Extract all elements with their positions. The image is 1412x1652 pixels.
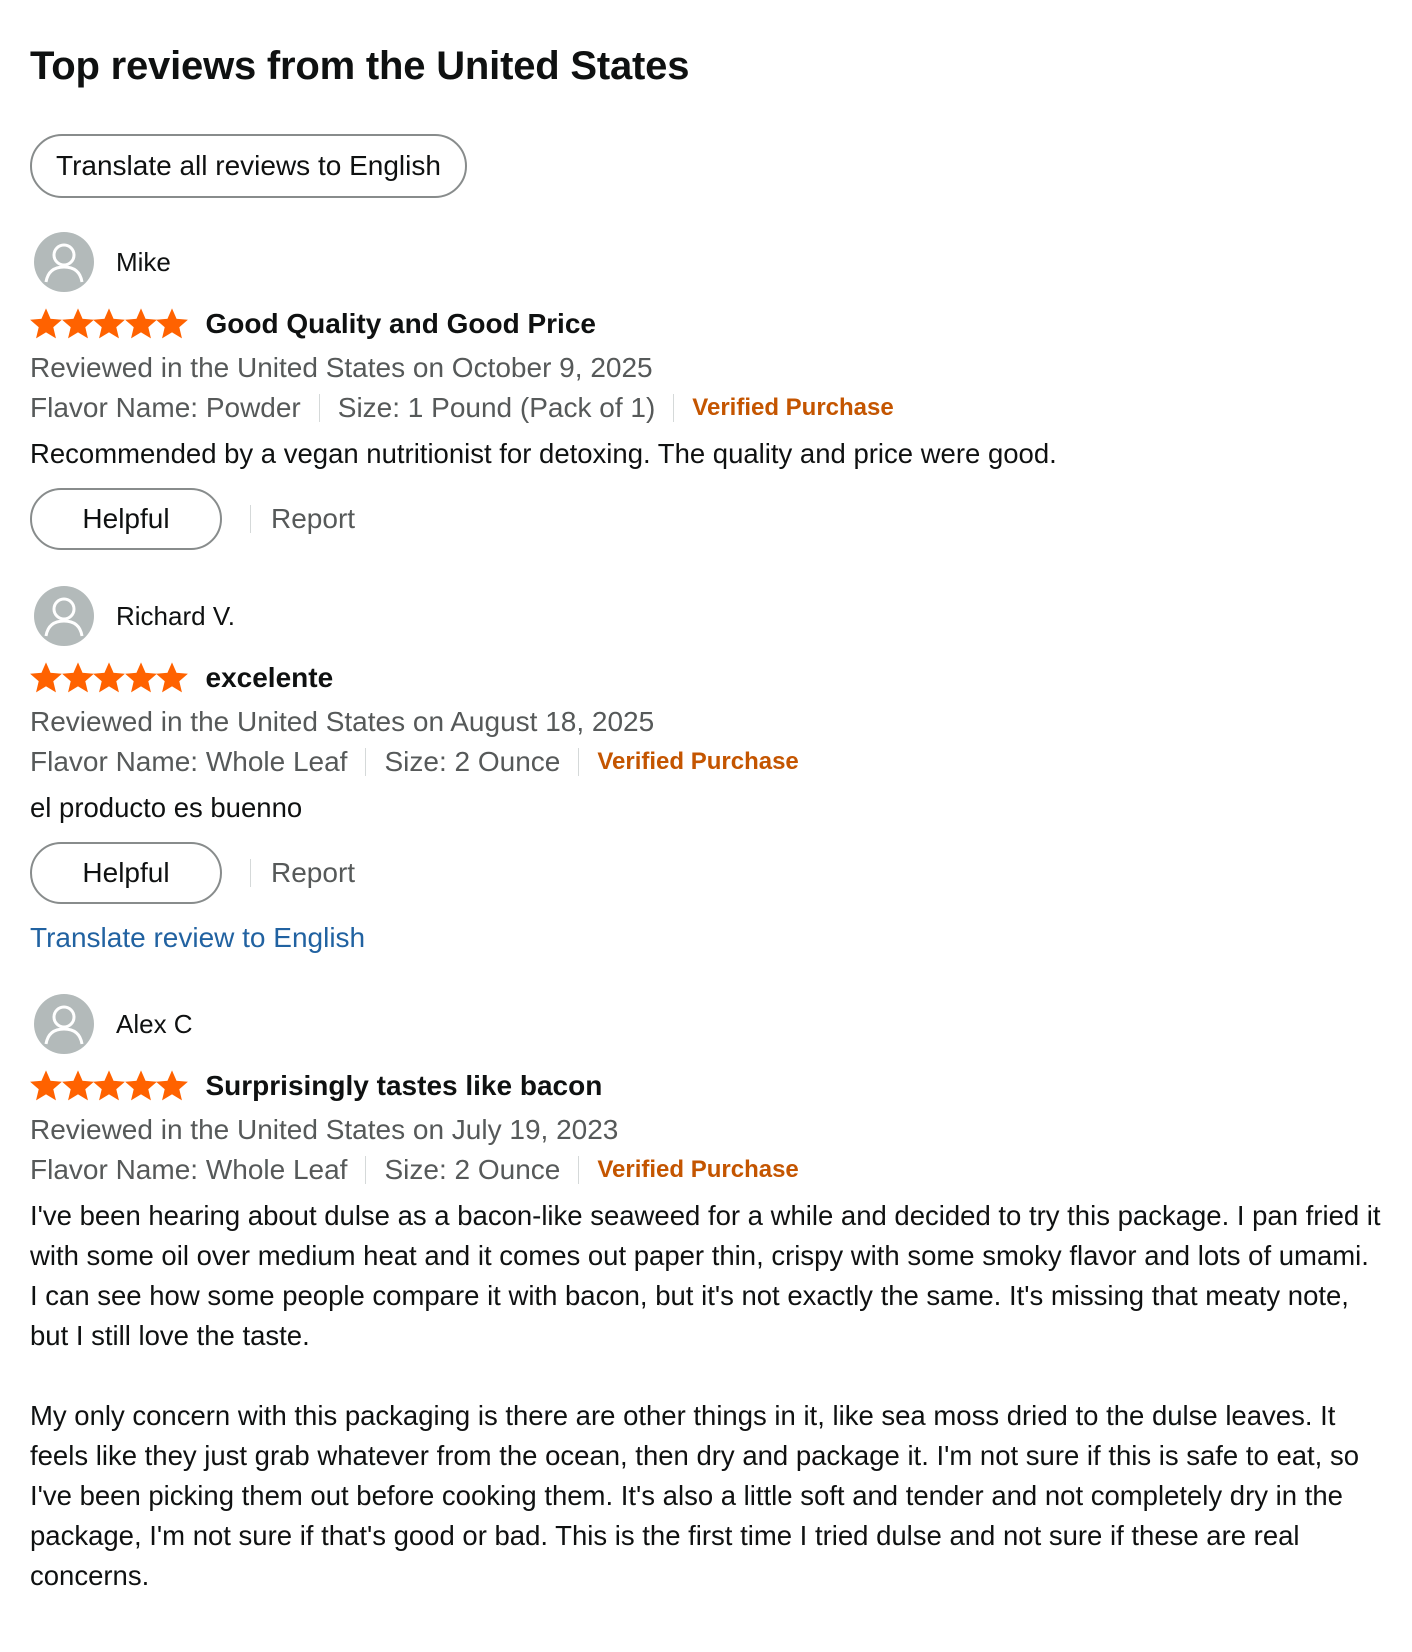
star-icon: [156, 662, 188, 693]
reviews-page: Top reviews from the United States Trans…: [0, 0, 1412, 1596]
star-icon: [61, 1070, 94, 1101]
review-paragraph: el producto es buenno: [30, 792, 303, 823]
star-icon: [124, 662, 157, 693]
review-title[interactable]: excelente: [206, 662, 334, 694]
report-link[interactable]: Report: [271, 503, 355, 535]
avatar-icon: [34, 586, 94, 646]
review-date: Reviewed in the United States on October…: [30, 352, 653, 383]
divider: [365, 1156, 367, 1184]
star-icon: [156, 308, 188, 339]
star-icon: [61, 662, 94, 693]
star-icon: [30, 308, 62, 339]
star-icon: [61, 308, 94, 339]
divider: [578, 748, 580, 776]
translate-review-link[interactable]: Translate review to English: [30, 918, 1382, 958]
size-info: Size: 2 Ounce: [384, 746, 561, 777]
divider: [365, 748, 367, 776]
review-title[interactable]: Good Quality and Good Price: [206, 308, 596, 340]
reviewer-profile[interactable]: Richard V.: [30, 586, 1382, 646]
helpful-button[interactable]: Helpful: [30, 842, 222, 904]
review-body: I've been hearing about dulse as a bacon…: [30, 1196, 1382, 1596]
review-body: Recommended by a vegan nutritionist for …: [30, 434, 1382, 474]
review-body: el producto es buenno: [30, 788, 1382, 828]
flavor-name[interactable]: Flavor Name: Whole Leaf: [30, 742, 347, 782]
reviewer-name[interactable]: Richard V.: [116, 601, 235, 632]
flavor-name[interactable]: Flavor Name: Whole Leaf: [30, 1150, 347, 1190]
star-icon: [30, 662, 62, 693]
flavor-name[interactable]: Flavor Name: Powder: [30, 388, 301, 428]
reviewer-name[interactable]: Mike: [116, 247, 171, 278]
review-title[interactable]: Surprisingly tastes like bacon: [206, 1070, 603, 1102]
divider: [673, 394, 675, 422]
star-icon: [93, 1070, 125, 1101]
helpful-button[interactable]: Helpful: [30, 488, 222, 550]
review-date: Reviewed in the United States on August …: [30, 706, 655, 737]
star-icon: [93, 662, 125, 693]
star-icon: [156, 1070, 188, 1101]
review-date: Reviewed in the United States on July 19…: [30, 1114, 619, 1145]
reviewer-profile[interactable]: Mike: [30, 232, 1382, 292]
avatar-icon: [34, 232, 94, 292]
reviewer-name[interactable]: Alex C: [116, 1009, 193, 1040]
verified-purchase-badge[interactable]: Verified Purchase: [597, 742, 798, 782]
translate-all-button[interactable]: Translate all reviews to English: [30, 134, 467, 198]
review-card: Alex C Surprisingly tastes like bacon Re…: [30, 994, 1382, 1596]
divider: [250, 505, 251, 533]
divider: [318, 394, 320, 422]
report-link[interactable]: Report: [271, 857, 355, 889]
review-paragraph: Recommended by a vegan nutritionist for …: [30, 438, 1057, 469]
star-icon: [30, 1070, 62, 1101]
divider: [250, 859, 251, 887]
avatar-icon: [34, 994, 94, 1054]
reviewer-profile[interactable]: Alex C: [30, 994, 1382, 1054]
star-icon: [93, 308, 125, 339]
size-info: Size: 2 Ounce: [384, 1154, 561, 1185]
star-rating[interactable]: [30, 662, 188, 694]
star-icon: [124, 308, 157, 339]
review-paragraph: I've been hearing about dulse as a bacon…: [30, 1200, 1381, 1351]
review-paragraph: My only concern with this packaging is t…: [30, 1400, 1359, 1591]
page-title: Top reviews from the United States: [30, 44, 690, 88]
review-card: Richard V. excelente Reviewed in the Uni…: [30, 586, 1382, 958]
review-card: Mike Good Quality and Good Price Reviewe…: [30, 232, 1382, 550]
verified-purchase-badge[interactable]: Verified Purchase: [597, 1150, 798, 1190]
size-info: Size: 1 Pound (Pack of 1): [337, 392, 656, 423]
divider: [578, 1156, 580, 1184]
star-icon: [124, 1070, 157, 1101]
star-rating[interactable]: [30, 308, 188, 340]
verified-purchase-badge[interactable]: Verified Purchase: [692, 388, 893, 428]
star-rating[interactable]: [30, 1070, 188, 1102]
